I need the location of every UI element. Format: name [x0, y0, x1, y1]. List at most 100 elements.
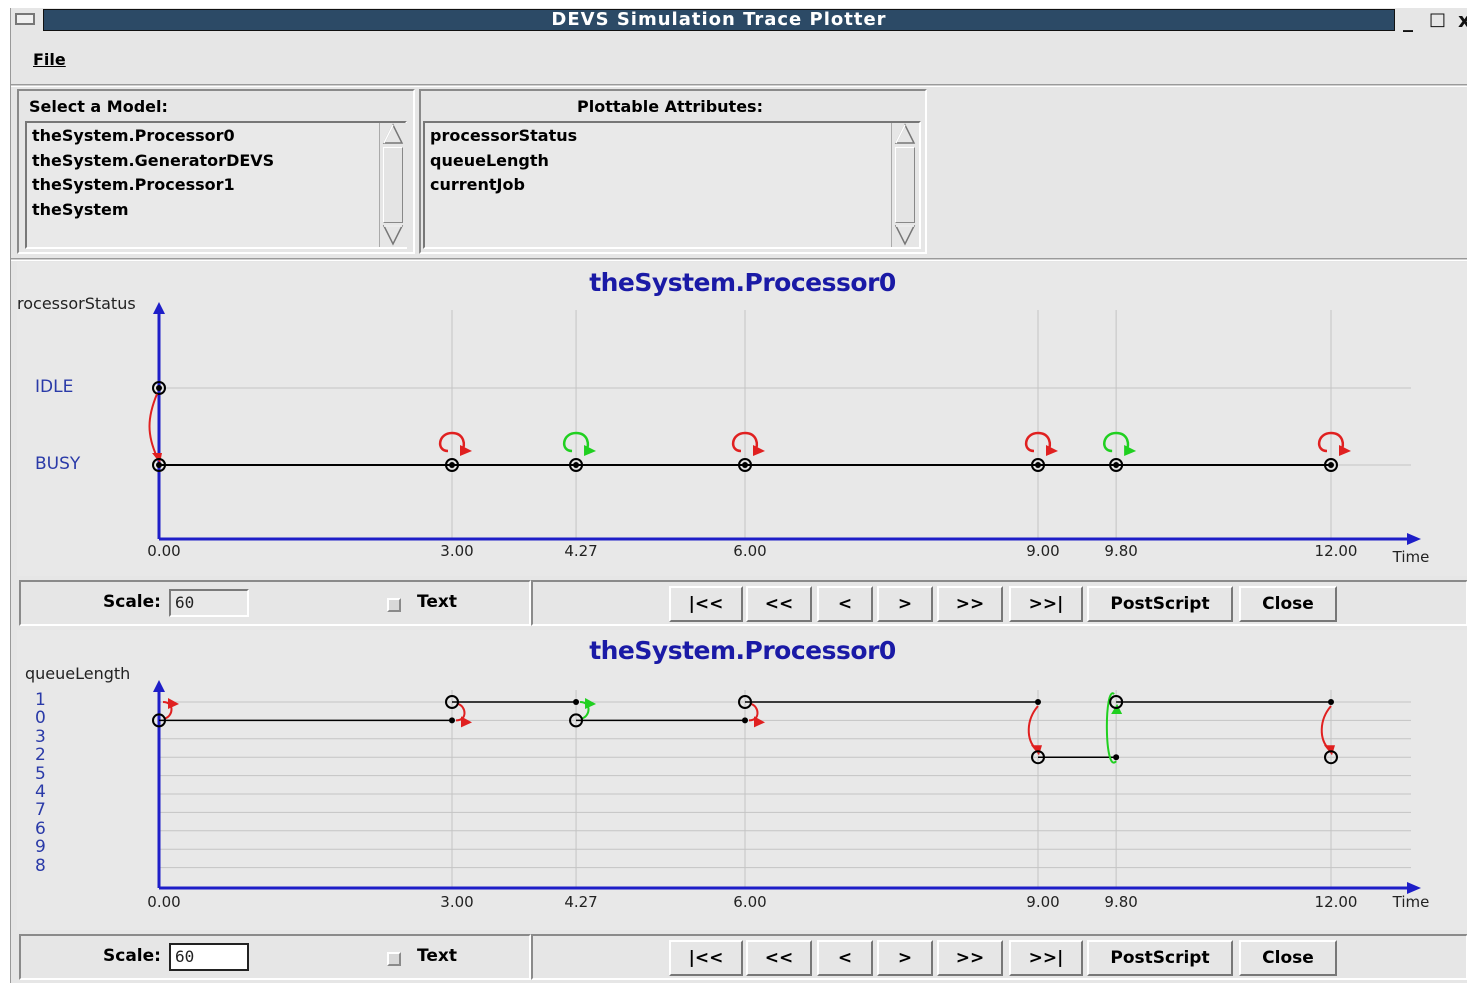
transition-arrow-icon — [461, 716, 472, 728]
self-transition-arrow-icon — [460, 445, 472, 456]
x-tick-label: 9.00 — [1026, 893, 1060, 911]
scroll-up-icon[interactable] — [382, 123, 404, 145]
y-tick-label: 0 — [35, 708, 46, 729]
transition-arrow — [1320, 705, 1332, 750]
scroll-thumb[interactable] — [383, 147, 403, 223]
model-list[interactable]: theSystem.Processor0 theSystem.Generator… — [25, 121, 407, 249]
last-button[interactable]: >>| — [1009, 940, 1083, 976]
first-button[interactable]: |<< — [669, 940, 743, 976]
self-transition-arrow-icon — [1339, 445, 1351, 456]
attribute-list-item[interactable]: processorStatus — [430, 126, 577, 145]
transition-arrow — [1105, 692, 1117, 764]
control-bar-2: Scale: 60 Text |<< << < > >> >>| PostScr… — [11, 932, 1467, 982]
plot-panel-status: theSystem.Processor0 rocessorStatus IDLE… — [17, 262, 1467, 576]
segment-end-dot — [573, 699, 580, 705]
plot-panel-queue: theSystem.Processor0 queueLength 1032547… — [17, 630, 1467, 930]
model-list-item[interactable]: theSystem — [32, 200, 129, 219]
transition-arrow-icon — [585, 698, 597, 709]
attribute-panel: Plottable Attributes: processorStatus qu… — [419, 89, 927, 254]
y-tick-label: BUSY — [35, 454, 81, 474]
minimize-button[interactable]: _ — [1403, 8, 1413, 32]
postscript-button[interactable]: PostScript — [1087, 586, 1233, 622]
y-tick-label: 6 — [35, 818, 46, 839]
text-checkbox-label: Text — [417, 592, 457, 612]
state-marker-dot — [156, 385, 162, 391]
y-tick-label: 5 — [35, 763, 46, 784]
menu-separator — [11, 84, 1467, 87]
fast-forward-button[interactable]: >> — [937, 586, 1003, 622]
model-list-item[interactable]: theSystem.Processor1 — [32, 175, 235, 194]
step-back-button[interactable]: < — [817, 940, 873, 976]
attribute-panel-title: Plottable Attributes: — [577, 97, 763, 116]
attribute-list[interactable]: processorStatus queueLength currentJob — [423, 121, 921, 249]
scroll-thumb[interactable] — [895, 147, 915, 223]
scale-input[interactable]: 60 — [169, 589, 249, 617]
x-tick-label: 9.80 — [1104, 542, 1138, 560]
y-tick-label: 7 — [35, 800, 46, 821]
model-list-item[interactable]: theSystem.GeneratorDEVS — [32, 151, 274, 170]
model-panel: Select a Model: theSystem.Processor0 the… — [17, 89, 415, 254]
x-tick-label: 9.00 — [1026, 542, 1060, 560]
step-back-button[interactable]: < — [817, 586, 873, 622]
x-axis-title: Time — [1392, 893, 1430, 911]
model-list-scrollbar[interactable] — [379, 123, 407, 247]
maximize-button[interactable]: □ — [1429, 8, 1446, 32]
step-forward-button[interactable]: > — [877, 586, 933, 622]
menu-file[interactable]: File — [33, 50, 66, 69]
self-transition-arrow-icon — [1124, 445, 1137, 456]
state-marker-dot — [1035, 462, 1041, 468]
attribute-list-item[interactable]: currentJob — [430, 175, 525, 194]
scroll-up-icon[interactable] — [894, 123, 916, 145]
text-checkbox-label: Text — [417, 946, 457, 966]
x-tick-label: 0.00 — [147, 542, 181, 560]
navigation-group: |<< << < > >> >>| PostScript Close — [531, 934, 1467, 980]
transition-arrow-icon — [168, 698, 179, 709]
segment-end-dot — [449, 717, 455, 724]
model-panel-title: Select a Model: — [29, 97, 168, 116]
scale-label: Scale: — [103, 592, 161, 612]
fast-forward-button[interactable]: >> — [937, 940, 1003, 976]
x-tick-label: 3.00 — [440, 542, 474, 560]
panel-separator — [11, 258, 1467, 261]
segment-end-dot — [1113, 754, 1120, 761]
first-button[interactable]: |<< — [669, 586, 743, 622]
queue-chart — [152, 680, 1421, 894]
transition-arrow — [1027, 705, 1039, 750]
x-tick-label: 4.27 — [564, 893, 598, 911]
y-tick-label: 9 — [35, 837, 46, 858]
rewind-button[interactable]: << — [746, 586, 812, 622]
last-button[interactable]: >>| — [1009, 586, 1083, 622]
x-tick-label: 9.80 — [1104, 893, 1138, 911]
segment-end-dot — [742, 717, 748, 724]
scroll-down-icon[interactable] — [894, 224, 916, 246]
close-button[interactable]: Close — [1239, 940, 1337, 976]
self-transition-arrow-icon — [1046, 445, 1058, 456]
text-checkbox[interactable] — [387, 952, 401, 966]
text-checkbox[interactable] — [387, 598, 401, 612]
postscript-button[interactable]: PostScript — [1087, 940, 1233, 976]
self-transition-arrow-icon — [753, 445, 765, 456]
transition-arrow-icon — [754, 716, 765, 728]
x-tick-label: 6.00 — [733, 542, 767, 560]
status-chart — [148, 302, 1421, 545]
close-window-button[interactable]: x — [1458, 8, 1467, 32]
attribute-list-item[interactable]: queueLength — [430, 151, 549, 170]
y-tick-label: 8 — [35, 855, 46, 876]
x-axis-title: Time — [1392, 548, 1430, 566]
y-tick-label: 4 — [35, 782, 46, 802]
step-forward-button[interactable]: > — [877, 940, 933, 976]
navigation-group: |<< << < > >> >>| PostScript Close — [531, 580, 1467, 626]
scale-label: Scale: — [103, 946, 161, 966]
app-window: DEVS Simulation Trace Plotter _ □ x File… — [10, 8, 1467, 983]
model-list-item[interactable]: theSystem.Processor0 — [32, 126, 235, 145]
close-button[interactable]: Close — [1239, 586, 1337, 622]
scroll-down-icon[interactable] — [382, 224, 404, 246]
rewind-button[interactable]: << — [746, 940, 812, 976]
scale-input[interactable]: 60 — [169, 943, 249, 971]
x-axis-arrow-icon — [1407, 533, 1421, 545]
menu-file-label: File — [33, 50, 66, 69]
state-marker-dot — [449, 462, 455, 468]
attribute-list-scrollbar[interactable] — [891, 123, 919, 247]
window-menu-icon[interactable] — [15, 13, 35, 25]
scale-group: Scale: 60 Text — [19, 580, 531, 626]
